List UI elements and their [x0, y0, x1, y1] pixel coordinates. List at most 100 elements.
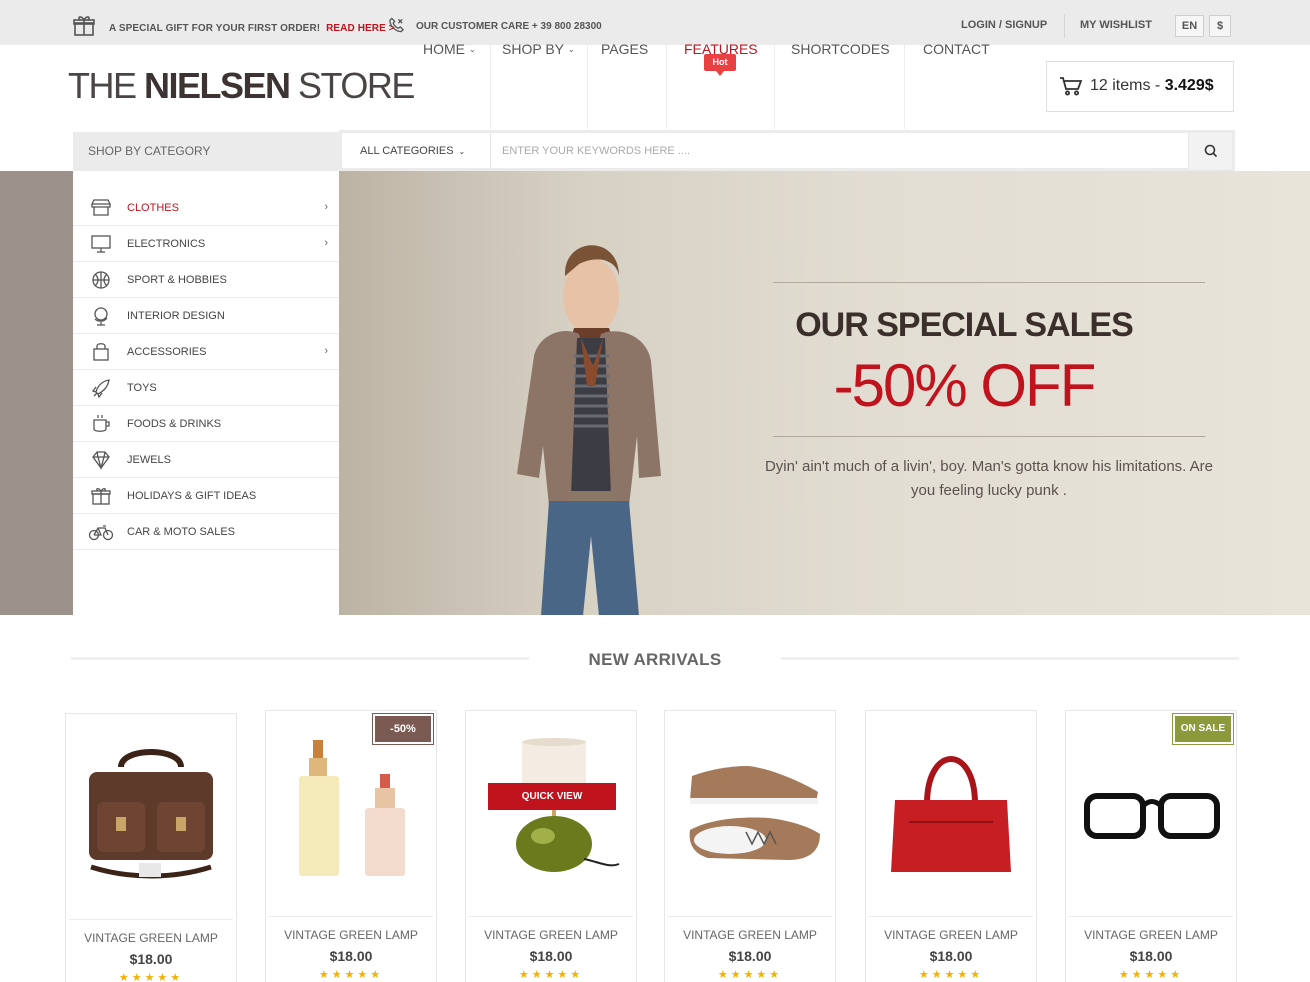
nav-shortcodes[interactable]: SHORTCODES [791, 0, 890, 84]
product-card[interactable]: VINTAGE GREEN LAMP $18.00 ★★★★★ [664, 710, 836, 982]
nav-contact[interactable]: CONTACT [923, 0, 990, 84]
divider [666, 45, 667, 129]
promo-text: A SPECIAL GIFT FOR YOUR FIRST ORDER! [109, 23, 321, 34]
currency-selector[interactable]: $ [1209, 15, 1231, 37]
nav-shop-by[interactable]: SHOP BY ⌄ [502, 0, 575, 84]
category-label: CLOTHES [127, 202, 179, 214]
product-image-leather-bag [89, 749, 213, 879]
shop-by-category-toggle[interactable]: SHOP BY CATEGORY [73, 132, 339, 171]
divider [71, 657, 529, 660]
discount-badge: -50% [372, 713, 434, 745]
divider [774, 45, 775, 129]
category-item-car-moto-sales[interactable]: CAR & MOTO SALES [73, 514, 339, 550]
chevron-down-icon: ⌄ [469, 45, 476, 54]
product-image-glasses [1084, 793, 1220, 839]
on-sale-badge: ON SALE [1172, 713, 1234, 745]
basketball-icon [92, 271, 110, 289]
category-item-electronics[interactable]: ELECTRONICS › [73, 226, 339, 262]
logo-text-bold: NIELSEN [144, 65, 291, 106]
product-card[interactable]: VINTAGE GREEN LAMP $18.00 ★★★★★ [65, 713, 237, 982]
search-bar: ALL CATEGORIES ⌄ [339, 130, 1235, 171]
bag-icon [93, 343, 109, 361]
promo-link[interactable]: READ HERE > [326, 23, 395, 34]
hero-discount: -50% OFF [833, 352, 1097, 419]
category-label: JEWELS [127, 454, 172, 466]
category-label: INTERIOR DESIGN [127, 310, 225, 322]
search-button[interactable] [1188, 133, 1232, 169]
category-label: FOODS & DRINKS [127, 418, 222, 430]
product-price: $18.00 [529, 948, 573, 964]
divider [587, 45, 588, 129]
diamond-icon [92, 451, 110, 470]
product-name[interactable]: VINTAGE GREEN LAMP [1066, 928, 1236, 942]
gift-icon [91, 488, 111, 505]
store-icon [90, 199, 112, 216]
search-input[interactable] [502, 139, 1182, 163]
divider [869, 916, 1033, 917]
wishlist-link[interactable]: MY WISHLIST [1080, 19, 1152, 31]
hero-left-band [0, 171, 73, 615]
cart-items: 12 items - [1090, 77, 1165, 94]
product-image-perfume-bottles [299, 740, 405, 876]
section-title: NEW ARRIVALS [588, 650, 722, 669]
divider [69, 919, 233, 920]
chevron-down-icon: ⌄ [458, 147, 466, 156]
category-item-interior-design[interactable]: INTERIOR DESIGN [73, 298, 339, 334]
category-select[interactable]: ALL CATEGORIES ⌄ [360, 133, 465, 170]
product-name[interactable]: VINTAGE GREEN LAMP [665, 928, 835, 942]
hero-title: OUR SPECIAL SALES [795, 306, 1134, 344]
category-label: CAR & MOTO SALES [127, 526, 235, 538]
rating-stars: ★★★★★ [918, 969, 984, 981]
product-image-green-lamp [516, 738, 620, 872]
rating-stars: ★★★★★ [318, 969, 384, 981]
category-item-foods-drinks[interactable]: FOODS & DRINKS [73, 406, 339, 442]
hero-subtitle: Dyin' ain't much of a livin', boy. Man's… [764, 458, 1214, 499]
nav-home[interactable]: HOME ⌄ [423, 0, 476, 84]
hot-badge: Hot [704, 54, 736, 76]
product-price: $18.00 [129, 951, 173, 967]
category-label: TOYS [127, 382, 157, 394]
category-item-holidays-gift-ideas[interactable]: HOLIDAYS & GIFT IDEAS [73, 478, 339, 514]
category-item-sport-hobbies[interactable]: SPORT & HOBBIES [73, 262, 339, 298]
divider [490, 133, 491, 169]
divider [469, 916, 633, 917]
category-label: ACCESSORIES [127, 346, 207, 358]
product-name[interactable]: VINTAGE GREEN LAMP [466, 928, 636, 942]
product-card[interactable]: VINTAGE GREEN LAMP $18.00 ★★★★★ [865, 710, 1037, 982]
category-item-clothes[interactable]: CLOTHES › [73, 190, 339, 226]
nav-label: SHOP BY [502, 41, 564, 57]
product-price: $18.00 [929, 948, 973, 964]
cart-button[interactable]: 12 items - 3.429$ [1046, 61, 1234, 112]
nav-pages[interactable]: PAGES [601, 0, 648, 84]
divider [269, 916, 433, 917]
product-price: $18.00 [1129, 948, 1173, 964]
bicycle-icon [88, 525, 114, 541]
category-label: SPORT & HOBBIES [127, 274, 227, 286]
rocket-icon [91, 379, 110, 398]
rating-stars: ★★★★★ [1118, 969, 1184, 981]
top-bar: A SPECIAL GIFT FOR YOUR FIRST ORDER! REA… [0, 0, 1310, 45]
category-item-jewels[interactable]: JEWELS [73, 442, 339, 478]
category-menu: CLOTHES › ELECTRONICS › SPORT & HOBBIES IN… [73, 171, 339, 615]
product-name[interactable]: VINTAGE GREEN LAMP [66, 931, 236, 945]
product-name[interactable]: VINTAGE GREEN LAMP [866, 928, 1036, 942]
quick-view-button[interactable]: QUICK VIEW [488, 783, 616, 810]
chevron-right-icon: › [324, 345, 328, 357]
gift-icon [73, 16, 95, 36]
product-price: $18.00 [329, 948, 373, 964]
divider [781, 657, 1239, 660]
category-select-value: ALL CATEGORIES [360, 145, 454, 157]
product-card[interactable]: QUICK VIEW VINTAGE GREEN LAMP $18.00 ★★★… [465, 710, 637, 982]
divider [1069, 916, 1233, 917]
store-logo[interactable]: THE NIELSEN STORE [68, 65, 415, 106]
product-name[interactable]: VINTAGE GREEN LAMP [266, 928, 436, 942]
divider [490, 45, 491, 129]
category-item-toys[interactable]: TOYS [73, 370, 339, 406]
nav-label: PAGES [601, 41, 649, 57]
language-selector[interactable]: EN [1175, 15, 1204, 37]
product-price: $18.00 [728, 948, 772, 964]
product-card[interactable]: ON SALE VINTAGE GREEN LAMP $18.00 ★★★★★ [1065, 710, 1237, 982]
product-card[interactable]: -50% VINTAGE GREEN LAMP $18.00 ★★★★★ [265, 710, 437, 982]
hero-banner[interactable]: OUR SPECIAL SALES -50% OFF Dyin' ain't m… [339, 171, 1310, 615]
category-item-accessories[interactable]: ACCESSORIES › [73, 334, 339, 370]
